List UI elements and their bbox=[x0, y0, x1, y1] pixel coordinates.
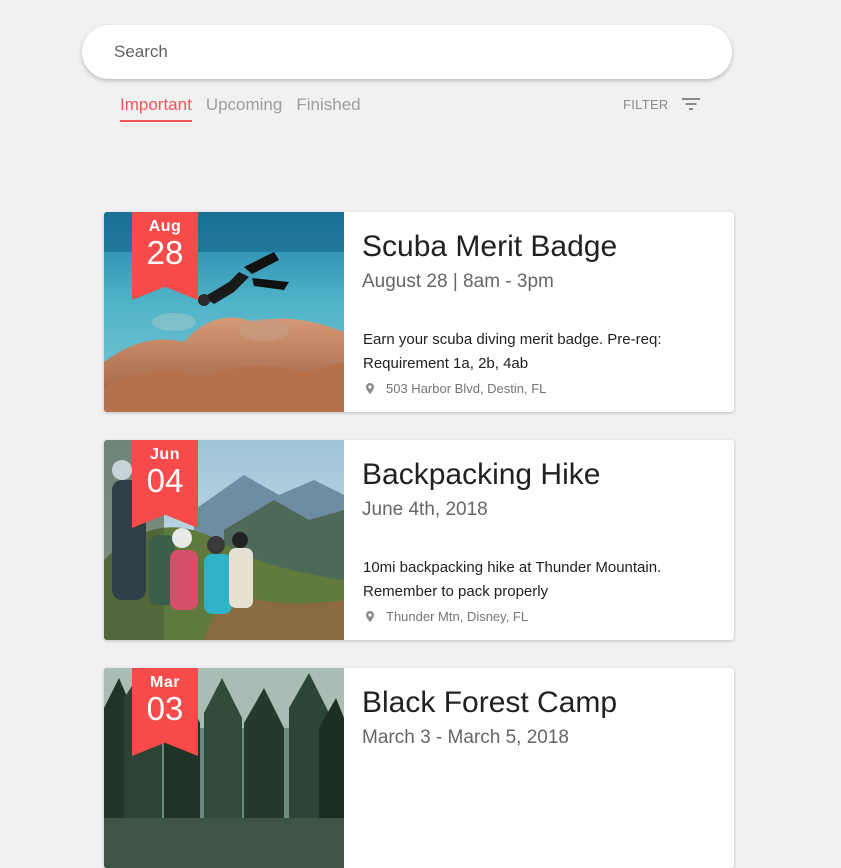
event-date: August 28 | 8am - 3pm bbox=[362, 271, 554, 292]
event-card[interactable]: Mar 03 Black Forest Camp March 3 - March… bbox=[104, 668, 734, 868]
date-ribbon: Mar 03 bbox=[132, 668, 198, 756]
location-pin-icon bbox=[366, 610, 374, 622]
ribbon-day: 28 bbox=[146, 234, 184, 271]
filter-button[interactable]: FILTER bbox=[623, 94, 701, 114]
tab-upcoming[interactable]: Upcoming bbox=[206, 94, 283, 122]
event-card[interactable]: Jun 04 Backpacking Hike June 4th, 2018 1… bbox=[104, 440, 734, 640]
search-bar bbox=[82, 25, 732, 79]
location-pin-icon bbox=[366, 382, 374, 394]
event-description: 10mi backpacking hike at Thunder Mountai… bbox=[363, 559, 662, 600]
ribbon-day: 04 bbox=[146, 462, 184, 499]
card-body: Black Forest Camp March 3 - March 5, 201… bbox=[344, 668, 734, 868]
location-text: Thunder Mtn, Disney, FL bbox=[386, 609, 529, 624]
ribbon-day: 03 bbox=[146, 690, 184, 727]
tab-important[interactable]: Important bbox=[120, 94, 192, 122]
event-title: Black Forest Camp bbox=[362, 686, 618, 719]
scuba-diver-photo: Aug 28 bbox=[104, 212, 344, 412]
location-text: 503 Harbor Blvd, Destin, FL bbox=[386, 381, 547, 396]
search-input[interactable] bbox=[82, 25, 732, 79]
event-description: Earn your scuba diving merit badge. Pre-… bbox=[363, 331, 662, 372]
event-card[interactable]: Aug 28 Scuba Merit Badge August 28 | 8am… bbox=[104, 212, 734, 412]
date-ribbon: Aug 28 bbox=[132, 212, 198, 300]
event-title: Backpacking Hike bbox=[362, 458, 601, 491]
filter-label: FILTER bbox=[623, 96, 669, 112]
date-ribbon: Jun 04 bbox=[132, 440, 198, 528]
event-tabs: Important Upcoming Finished bbox=[120, 94, 361, 122]
hikers-mountain-photo: Jun 04 bbox=[104, 440, 344, 640]
event-date: March 3 - March 5, 2018 bbox=[362, 727, 569, 748]
tab-finished[interactable]: Finished bbox=[296, 94, 360, 122]
event-location: 503 Harbor Blvd, Destin, FL bbox=[363, 381, 546, 396]
forest-photo: Mar 03 bbox=[104, 668, 344, 868]
event-date: June 4th, 2018 bbox=[362, 499, 488, 520]
card-body: Scuba Merit Badge August 28 | 8am - 3pm … bbox=[344, 212, 734, 412]
filter-list-icon bbox=[681, 98, 700, 110]
event-title: Scuba Merit Badge bbox=[362, 230, 618, 263]
card-body: Backpacking Hike June 4th, 2018 10mi bac… bbox=[344, 440, 734, 640]
event-location: Thunder Mtn, Disney, FL bbox=[363, 609, 528, 624]
